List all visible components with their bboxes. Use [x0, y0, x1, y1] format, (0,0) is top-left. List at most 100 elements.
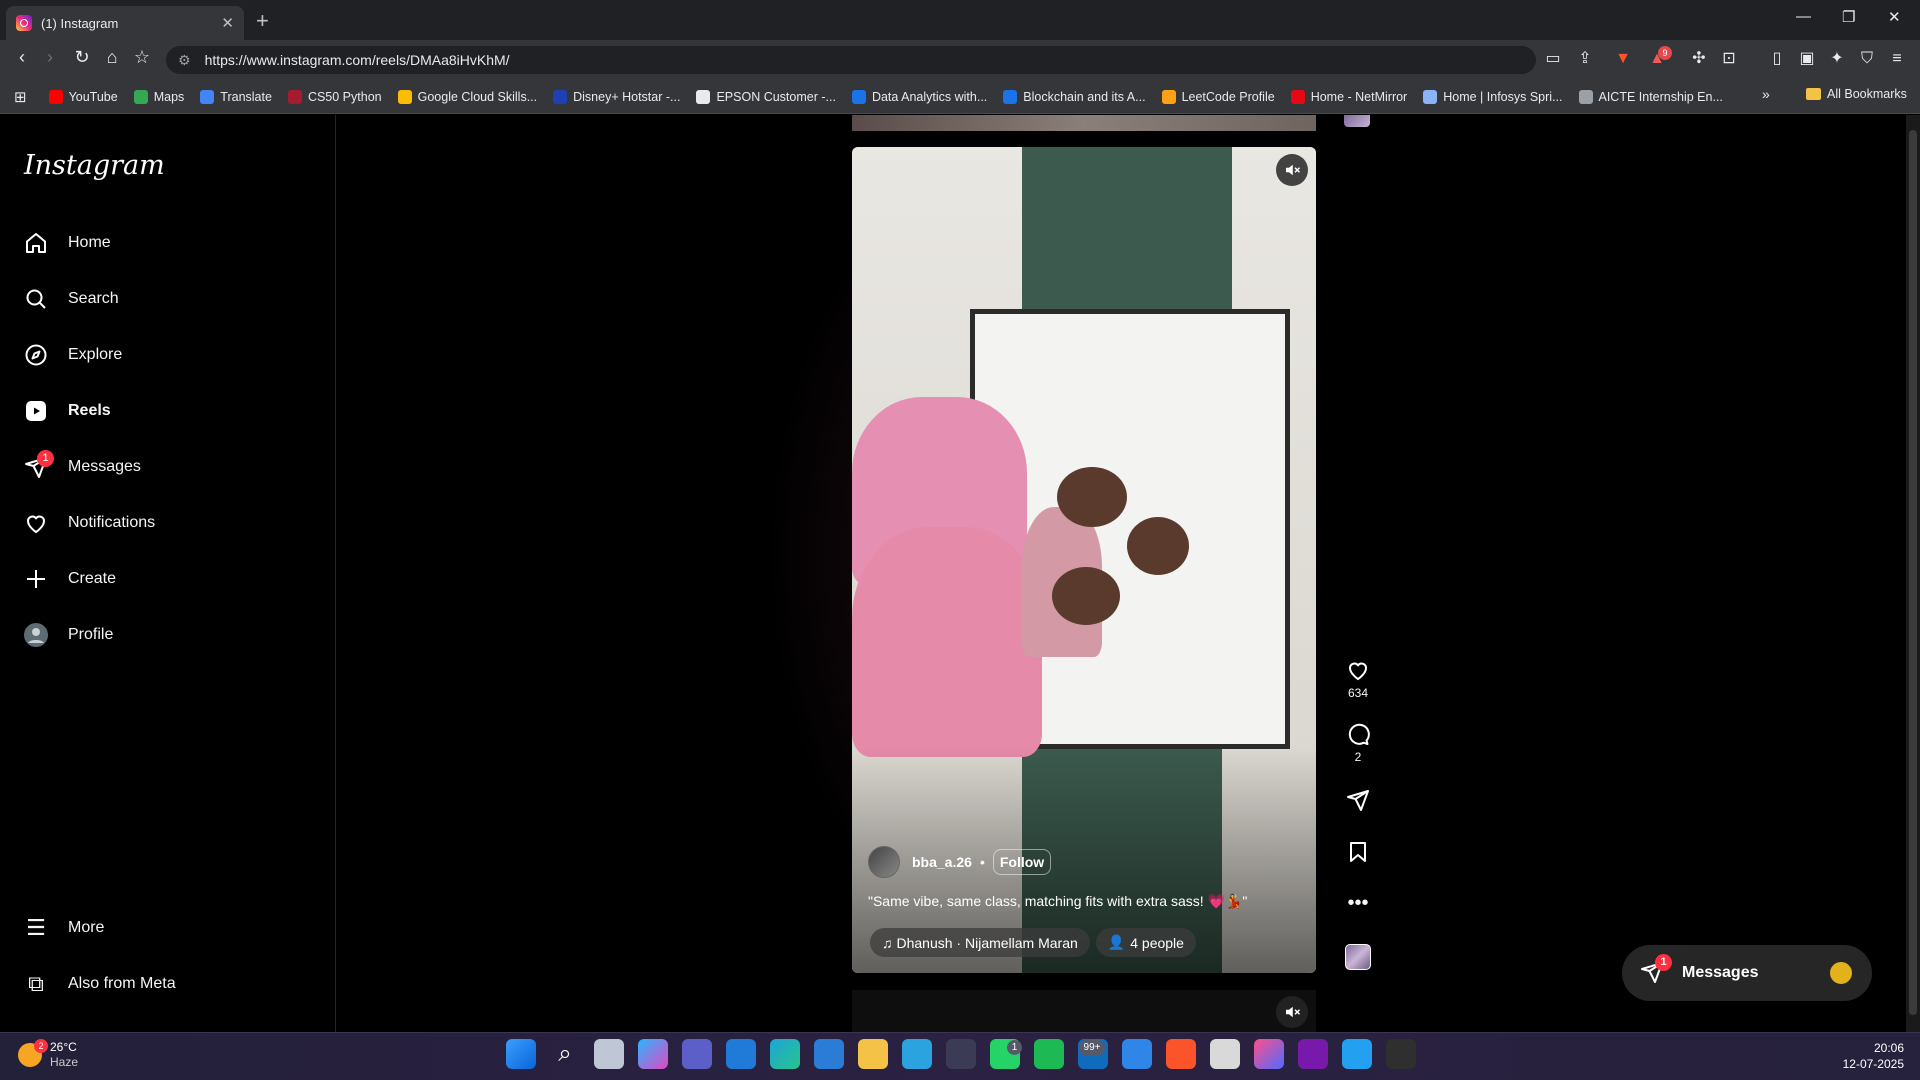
more-label: More — [68, 919, 105, 936]
audio-thumbnail[interactable] — [1345, 944, 1371, 970]
media-player-icon[interactable] — [946, 1039, 976, 1069]
bookmark-item[interactable]: Translate — [200, 89, 272, 104]
clock-app-icon[interactable] — [1210, 1039, 1240, 1069]
nav-item-explore[interactable]: Explore — [22, 333, 122, 377]
edge-icon[interactable] — [770, 1039, 800, 1069]
microsoft-store-icon[interactable] — [814, 1039, 844, 1069]
minimize-icon[interactable]: — — [1796, 8, 1811, 25]
close-tab-icon[interactable]: ✕ — [221, 14, 234, 32]
next-reel-edge[interactable] — [852, 990, 1316, 1032]
bookmark-item[interactable]: AICTE Internship En... — [1578, 89, 1723, 104]
bookmark-item[interactable]: YouTube — [48, 89, 118, 104]
bookmark-item[interactable]: Maps — [133, 89, 185, 104]
weather-widget[interactable]: 2 26°C Haze — [18, 1039, 78, 1070]
system-clock[interactable]: 20:06 12-07-2025 — [1836, 1040, 1904, 1072]
more-menu-button[interactable]: ☰ More — [22, 906, 104, 950]
bookmark-label: Maps — [153, 89, 185, 104]
wallet-icon[interactable]: ▣ — [1796, 48, 1818, 70]
bookmark-item[interactable]: Google Cloud Skills... — [397, 89, 537, 104]
teams-icon[interactable] — [682, 1039, 712, 1069]
bookmark-item[interactable]: Home | Infosys Spri... — [1423, 89, 1563, 104]
bookmark-label: Disney+ Hotstar -... — [573, 89, 681, 104]
mute-button[interactable] — [1276, 154, 1308, 186]
reel-caption[interactable]: "Same vibe, same class, matching fits wi… — [868, 893, 1298, 910]
taskbar-search-icon[interactable]: ⌕ — [550, 1039, 580, 1069]
also-from-meta-button[interactable]: ⧉ Also from Meta — [22, 962, 175, 1006]
nav-item-create[interactable]: Create — [22, 557, 116, 601]
vpn-icon[interactable]: ⛉ — [1856, 48, 1878, 70]
comment-button[interactable]: 2 — [1340, 722, 1376, 764]
site-settings-icon[interactable]: ⚙ — [178, 52, 191, 69]
nav-item-reels[interactable]: Reels — [22, 389, 111, 433]
nav-item-messages[interactable]: 1 Messages — [22, 445, 141, 489]
copilot-icon[interactable] — [638, 1039, 668, 1069]
file-explorer-icon[interactable] — [858, 1039, 888, 1069]
brave-shield-icon[interactable]: ▼ — [1612, 48, 1634, 70]
share-button[interactable] — [1340, 788, 1376, 816]
messages-pill[interactable]: 1 Messages — [1622, 945, 1872, 1001]
save-button[interactable] — [1340, 840, 1376, 868]
task-view-icon[interactable] — [594, 1039, 624, 1069]
bookmark-item[interactable]: EPSON Customer -... — [696, 89, 836, 104]
nav-item-search[interactable]: Search — [22, 277, 119, 321]
home-browser-icon[interactable]: ⌂ — [100, 47, 124, 68]
nav-item-notifications[interactable]: Notifications — [22, 501, 155, 545]
terminal-icon[interactable] — [1386, 1039, 1416, 1069]
compass-icon — [22, 341, 50, 369]
send-icon — [1347, 790, 1369, 811]
bookmark-favicon-icon — [696, 89, 711, 104]
bookmark-favicon-icon — [133, 89, 148, 104]
follow-button[interactable]: Follow — [992, 849, 1052, 875]
previous-reel-edge[interactable] — [852, 115, 1316, 131]
forward-icon[interactable]: › — [38, 47, 62, 68]
leo-ai-icon[interactable]: ✦ — [1826, 48, 1848, 70]
tab-search-icon[interactable]: ⊡ — [1718, 48, 1740, 70]
nav-item-profile[interactable]: Profile — [22, 613, 113, 657]
apps-icon[interactable]: ⊞ — [14, 88, 27, 106]
tagged-people-chip[interactable]: 👤 4 people — [1095, 928, 1196, 957]
back-icon[interactable]: ‹ — [10, 47, 34, 68]
bookmark-item[interactable]: Data Analytics with... — [851, 89, 987, 104]
todo-icon[interactable] — [1122, 1039, 1152, 1069]
instagram-logo[interactable]: Instagram — [24, 150, 165, 181]
author-username[interactable]: bba_a.26 — [912, 854, 972, 870]
reload-icon[interactable]: ↻ — [70, 47, 94, 68]
brave-icon[interactable] — [1166, 1039, 1196, 1069]
arc-icon[interactable] — [1254, 1039, 1284, 1069]
restore-icon[interactable]: ❐ — [1842, 8, 1855, 26]
start-icon[interactable] — [506, 1039, 536, 1069]
bookmark-page-icon[interactable]: ☆ — [130, 47, 154, 68]
clock-date: 12-07-2025 — [1842, 1057, 1904, 1071]
menu-icon[interactable]: ≡ — [1886, 48, 1908, 70]
browser-tab[interactable]: (1) Instagram ✕ — [6, 6, 244, 40]
cast-icon[interactable]: ▭ — [1542, 48, 1564, 70]
address-bar[interactable]: ⚙ https://www.instagram.com/reels/DMAa8i… — [166, 46, 1536, 74]
bookmark-item[interactable]: Home - NetMirror — [1290, 89, 1407, 104]
extensions-icon[interactable]: ✣ — [1688, 48, 1710, 70]
bookmark-item[interactable]: LeetCode Profile — [1161, 89, 1275, 104]
author-avatar[interactable] — [868, 846, 900, 878]
like-button[interactable]: 634 — [1340, 658, 1376, 700]
bookmark-item[interactable]: Blockchain and its A... — [1003, 89, 1146, 104]
nav-label: Reels — [68, 402, 111, 419]
avatar-icon — [22, 621, 50, 649]
next-mute-button[interactable] — [1276, 996, 1308, 1028]
vscode-icon[interactable] — [1342, 1039, 1372, 1069]
nav-item-home[interactable]: Home — [22, 221, 111, 265]
window-close-icon[interactable]: ✕ — [1888, 8, 1901, 26]
audio-chip[interactable]: ♫ Dhanush · Nijamellam Maran — [870, 928, 1090, 957]
more-bookmarks-icon[interactable]: » — [1762, 86, 1770, 102]
onenote-icon[interactable] — [1298, 1039, 1328, 1069]
spotify-icon[interactable] — [1034, 1039, 1064, 1069]
scrollbar-thumb[interactable] — [1909, 130, 1917, 1015]
share-icon[interactable]: ⇪ — [1574, 48, 1596, 70]
all-bookmarks-button[interactable]: All Bookmarks — [1806, 87, 1907, 101]
bookmark-item[interactable]: Disney+ Hotstar -... — [553, 89, 681, 104]
sidebar-toggle-icon[interactable]: ▯ — [1766, 48, 1788, 70]
more-options-button[interactable]: ••• — [1340, 892, 1376, 915]
store-icon[interactable] — [726, 1039, 756, 1069]
telegram-icon[interactable] — [902, 1039, 932, 1069]
bookmark-favicon-icon — [1161, 89, 1176, 104]
new-tab-button[interactable]: + — [256, 8, 269, 34]
bookmark-item[interactable]: CS50 Python — [287, 89, 382, 104]
